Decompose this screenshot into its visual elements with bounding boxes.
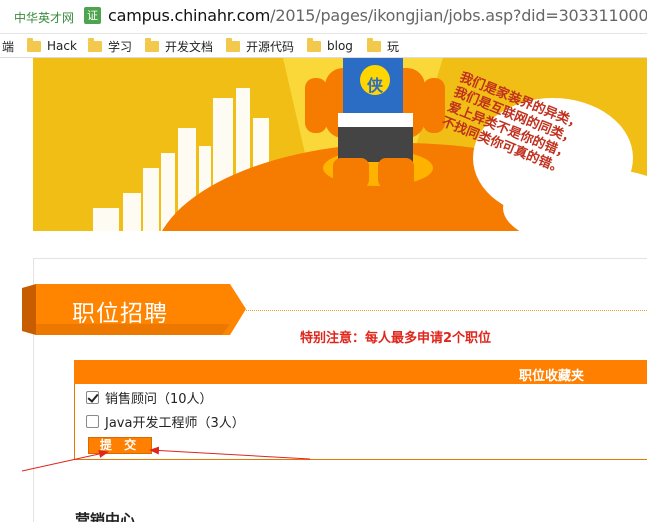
annotation-arrow-right — [149, 446, 311, 460]
annotation-arrow-left — [21, 450, 109, 472]
next-section-heading: 营销中心 — [75, 511, 136, 522]
annotation-arrows — [21, 446, 311, 472]
